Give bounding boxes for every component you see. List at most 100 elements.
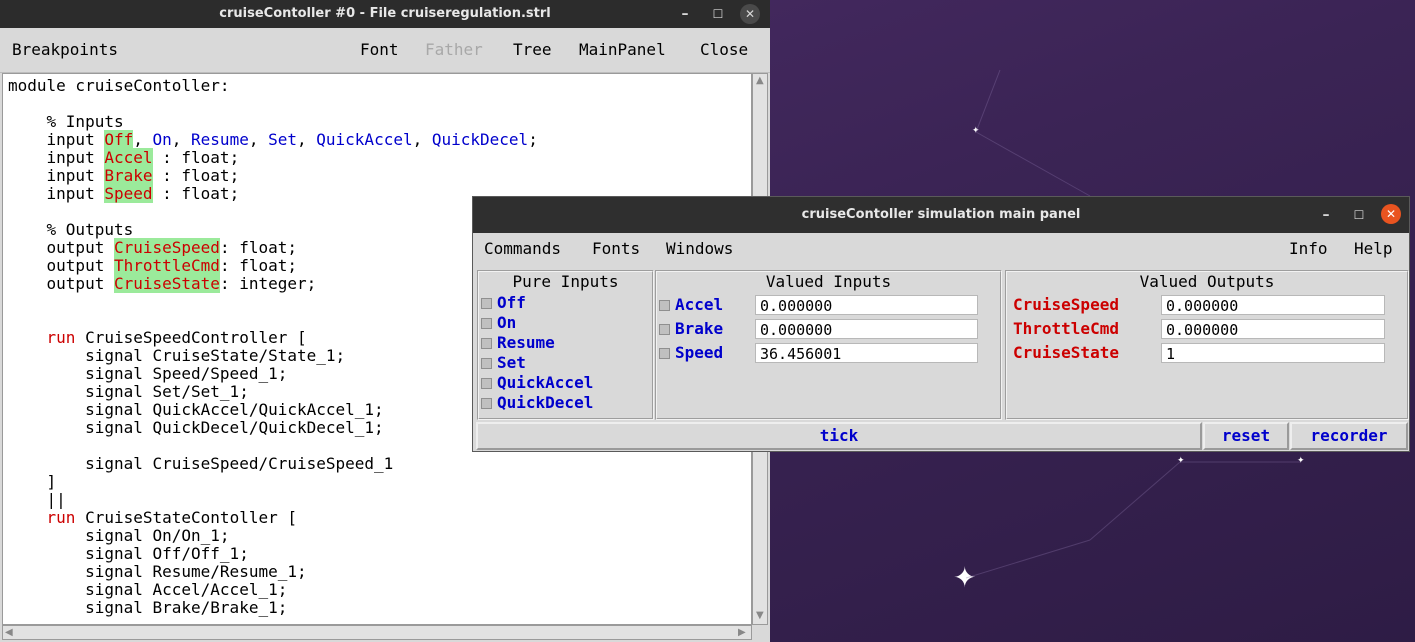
code-line: output ThrottleCmd: float; bbox=[8, 256, 538, 275]
valued-output-field: 0.000000 bbox=[1161, 295, 1385, 315]
valued-input-label[interactable]: Speed bbox=[675, 343, 723, 362]
valued-input-brake[interactable]: Brake bbox=[659, 318, 723, 340]
code-text: signal Brake/Brake_1; bbox=[8, 598, 288, 617]
code-text: signal Resume/Resume_1; bbox=[8, 562, 307, 581]
input-indicator-icon bbox=[481, 358, 492, 369]
code-text: signal Set/Set_1; bbox=[8, 382, 249, 401]
maximize-icon[interactable]: ☐ bbox=[1348, 197, 1370, 233]
menu-commands[interactable]: Commands bbox=[484, 233, 561, 265]
scroll-right-icon[interactable]: ▶ bbox=[738, 628, 746, 638]
menu-info[interactable]: Info bbox=[1289, 233, 1328, 265]
code-line: signal Speed/Speed_1; bbox=[8, 365, 538, 383]
valued-input-field[interactable]: 36.456001 bbox=[755, 343, 978, 363]
pure-input-label[interactable]: Set bbox=[497, 353, 526, 372]
menu-breakpoints[interactable]: Breakpoints bbox=[12, 28, 118, 72]
recorder-button[interactable]: recorder bbox=[1290, 422, 1408, 450]
pure-input-label[interactable]: Resume bbox=[497, 333, 555, 352]
pure-input-quickdecel[interactable]: QuickDecel bbox=[481, 392, 593, 414]
code-text: , bbox=[297, 130, 317, 149]
editor-title: cruiseContoller #0 - File cruiseregulati… bbox=[219, 6, 551, 21]
valued-input-label[interactable]: Accel bbox=[675, 295, 723, 314]
signal-declaration: Accel bbox=[104, 148, 153, 167]
code-text: , bbox=[171, 130, 192, 149]
code-text: output bbox=[8, 238, 114, 257]
code-line: ] bbox=[8, 473, 538, 491]
code-text: signal QuickDecel/QuickDecel_1; bbox=[8, 418, 384, 437]
code-line: % Outputs bbox=[8, 221, 538, 239]
pure-input-label[interactable]: QuickDecel bbox=[497, 393, 593, 412]
scroll-left-icon[interactable]: ◀ bbox=[5, 628, 13, 638]
signal-declaration: CruiseSpeed bbox=[113, 238, 220, 257]
valued-output-label: ThrottleCmd bbox=[1013, 319, 1119, 338]
valued-input-accel[interactable]: Accel bbox=[659, 294, 723, 316]
code-text: module cruiseContoller: bbox=[8, 76, 230, 95]
panel-title: cruiseContoller simulation main panel bbox=[801, 207, 1081, 222]
pure-input-label[interactable]: QuickAccel bbox=[497, 373, 593, 392]
valued-output-field: 1 bbox=[1161, 343, 1385, 363]
minimize-icon[interactable]: – bbox=[674, 0, 696, 28]
menu-windows[interactable]: Windows bbox=[666, 233, 733, 265]
code-line: % Inputs bbox=[8, 113, 538, 131]
valued-output-field: 0.000000 bbox=[1161, 319, 1385, 339]
code-text: input bbox=[8, 184, 105, 203]
minimize-icon[interactable]: – bbox=[1315, 197, 1337, 233]
pure-input-quickaccel[interactable]: QuickAccel bbox=[481, 372, 593, 394]
code-text: signal On/On_1; bbox=[8, 526, 230, 545]
editor-titlebar[interactable]: cruiseContoller #0 - File cruiseregulati… bbox=[0, 0, 770, 28]
close-icon[interactable]: ✕ bbox=[1381, 204, 1401, 224]
close-icon[interactable]: ✕ bbox=[740, 4, 760, 24]
code-line: signal QuickDecel/QuickDecel_1; bbox=[8, 419, 538, 437]
pure-input-set[interactable]: Set bbox=[481, 352, 526, 374]
menu-tree[interactable]: Tree bbox=[513, 28, 552, 72]
menu-mainpanel[interactable]: MainPanel bbox=[579, 28, 666, 72]
reset-button[interactable]: reset bbox=[1203, 422, 1289, 450]
code-line: signal Set/Set_1; bbox=[8, 383, 538, 401]
code-line: input Off, On, Resume, Set, QuickAccel, … bbox=[8, 130, 538, 149]
maximize-icon[interactable]: ☐ bbox=[707, 0, 729, 28]
keyword: run bbox=[46, 508, 76, 527]
code-line: module cruiseContoller: bbox=[8, 77, 538, 95]
code-text: ] bbox=[8, 472, 57, 491]
code-line: signal Off/Off_1; bbox=[8, 545, 538, 563]
menu-font[interactable]: Font bbox=[360, 28, 399, 72]
menu-fonts[interactable]: Fonts bbox=[592, 233, 640, 265]
code-text: : float; bbox=[152, 148, 240, 167]
valued-output-label: CruiseSpeed bbox=[1013, 295, 1119, 314]
panel-titlebar[interactable]: cruiseContoller simulation main panel – … bbox=[473, 197, 1409, 233]
valued-input-label[interactable]: Brake bbox=[675, 319, 723, 338]
code-lines: module cruiseContoller: % Inputs input O… bbox=[8, 77, 538, 617]
code-text: : float; bbox=[152, 184, 240, 203]
code-text: signal QuickAccel/QuickAccel_1; bbox=[8, 400, 384, 419]
pure-input-label[interactable]: Off bbox=[497, 293, 526, 312]
valued-inputs-title: Valued Inputs bbox=[765, 272, 892, 291]
horizontal-scrollbar[interactable]: ◀ ▶ bbox=[2, 625, 752, 640]
signal-name: Resume bbox=[191, 130, 249, 149]
valued-input-speed[interactable]: Speed bbox=[659, 342, 723, 364]
input-indicator-icon bbox=[659, 300, 670, 311]
input-indicator-icon bbox=[481, 298, 492, 309]
tick-button[interactable]: tick bbox=[476, 422, 1202, 450]
pure-input-label[interactable]: On bbox=[497, 313, 516, 332]
code-text: : float; bbox=[219, 256, 297, 275]
scroll-down-icon[interactable]: ▼ bbox=[756, 611, 764, 621]
valued-input-field[interactable]: 0.000000 bbox=[755, 319, 978, 339]
input-indicator-icon bbox=[481, 398, 492, 409]
menu-close[interactable]: Close bbox=[700, 28, 748, 72]
pure-inputs-title: Pure Inputs bbox=[512, 272, 619, 291]
menu-help[interactable]: Help bbox=[1354, 233, 1393, 265]
pure-input-on[interactable]: On bbox=[481, 312, 516, 334]
code-text: CruiseStateContoller [ bbox=[75, 508, 297, 527]
keyword: run bbox=[46, 328, 76, 347]
valued-outputs-title: Valued Outputs bbox=[1139, 272, 1275, 291]
pure-input-off[interactable]: Off bbox=[481, 292, 526, 314]
pure-input-resume[interactable]: Resume bbox=[481, 332, 555, 354]
scroll-up-icon[interactable]: ▲ bbox=[756, 76, 764, 86]
code-line: input Accel : float; bbox=[8, 148, 538, 167]
code-text: output bbox=[8, 274, 114, 293]
signal-name: QuickAccel bbox=[316, 130, 413, 149]
code-text: , bbox=[412, 130, 432, 149]
valued-input-field[interactable]: 0.000000 bbox=[755, 295, 978, 315]
